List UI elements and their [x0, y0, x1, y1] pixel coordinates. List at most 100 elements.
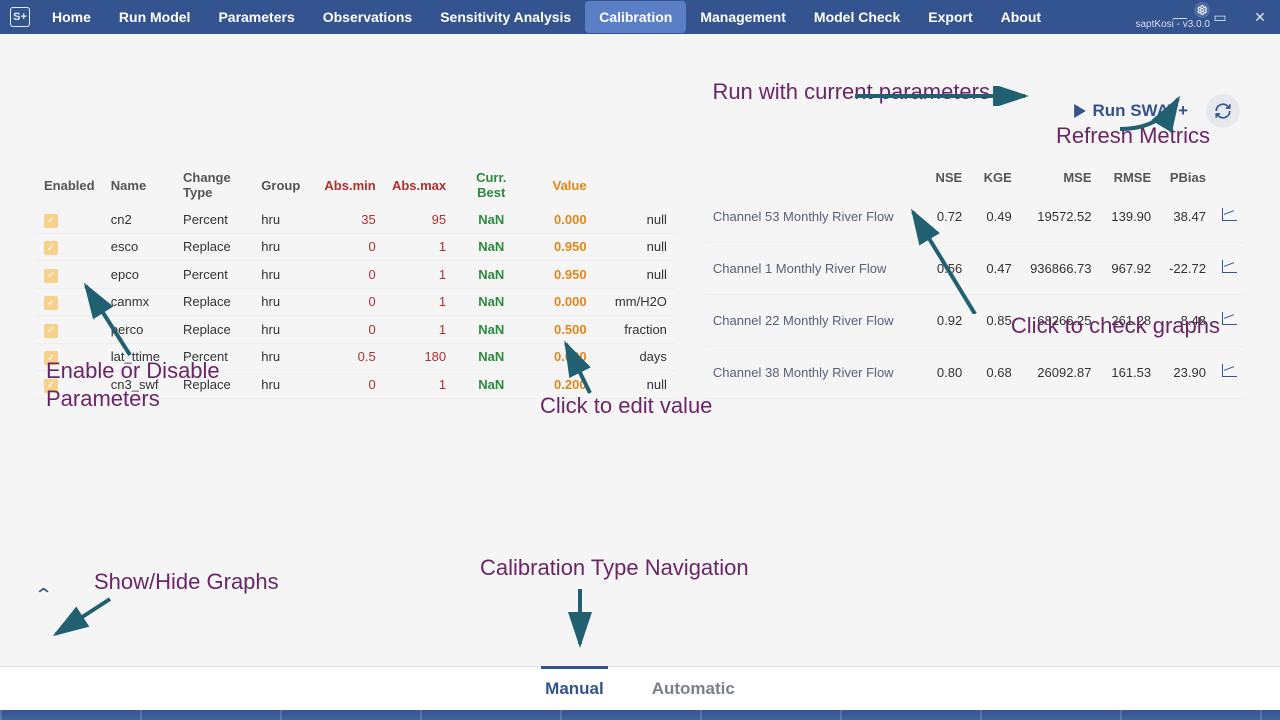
nav-item-parameters[interactable]: Parameters	[204, 1, 308, 33]
enable-checkbox[interactable]: ✓	[44, 241, 58, 255]
metric-series: Channel 1 Monthly River Flow	[705, 242, 921, 294]
nav-item-model-check[interactable]: Model Check	[800, 1, 914, 33]
param-absmax: 95	[384, 206, 454, 233]
param-unit: null	[595, 206, 675, 233]
param-group: hru	[253, 316, 313, 344]
metric-mse: 26092.87	[1020, 346, 1100, 398]
nav-item-management[interactable]: Management	[686, 1, 800, 33]
param-row: ✓canmxReplacehru01NaN0.000mm/H2O	[36, 288, 675, 316]
param-change-type: Percent	[175, 261, 253, 289]
window-maximize-icon[interactable]: ▭	[1200, 0, 1240, 34]
metric-rmse: 261.28	[1100, 294, 1160, 346]
metric-kge: 0.49	[970, 191, 1020, 242]
param-group: hru	[253, 343, 313, 371]
metric-pbias: 8.48	[1159, 294, 1214, 346]
metric-nse: 0.56	[921, 242, 970, 294]
chart-icon[interactable]	[1222, 365, 1236, 377]
tab-automatic[interactable]: Automatic	[648, 669, 739, 709]
metric-rmse: 967.92	[1100, 242, 1160, 294]
param-absmin: 0	[313, 261, 383, 289]
expand-graphs-toggle[interactable]: ⌃	[34, 585, 54, 606]
param-absmax: 1	[384, 371, 454, 399]
param-unit: fraction	[595, 316, 675, 344]
metric-mse: 68266.25	[1020, 294, 1100, 346]
param-unit: mm/H2O	[595, 288, 675, 316]
param-value[interactable]: 0.950	[528, 233, 594, 261]
param-name: perco	[103, 316, 175, 344]
param-name: esco	[103, 233, 175, 261]
param-value[interactable]: 0.000	[528, 343, 594, 371]
param-value[interactable]: 0.950	[528, 261, 594, 289]
param-change-type: Percent	[175, 206, 253, 233]
metric-nse: 0.80	[921, 346, 970, 398]
arrow-run-params	[855, 86, 1035, 106]
param-absmax: 1	[384, 261, 454, 289]
window-minimize-icon[interactable]: —	[1160, 0, 1200, 34]
run-swat-button[interactable]: Run SWAT+	[1074, 101, 1188, 121]
nav-item-calibration[interactable]: Calibration	[585, 1, 686, 33]
param-absmin: 0.5	[313, 343, 383, 371]
param-absmax: 1	[384, 288, 454, 316]
param-value[interactable]: 0.000	[528, 206, 594, 233]
param-group: hru	[253, 288, 313, 316]
param-curr-best: NaN	[454, 261, 528, 289]
param-curr-best: NaN	[454, 371, 528, 399]
refresh-metrics-button[interactable]	[1206, 94, 1240, 128]
metric-series: Channel 38 Monthly River Flow	[705, 346, 921, 398]
param-group: hru	[253, 371, 313, 399]
enable-checkbox[interactable]: ✓	[44, 324, 58, 338]
enable-checkbox[interactable]: ✓	[44, 351, 58, 365]
param-value[interactable]: 0.200	[528, 371, 594, 399]
nav-item-run-model[interactable]: Run Model	[105, 1, 205, 33]
window-close-icon[interactable]: ✕	[1240, 0, 1280, 34]
nav-item-sensitivity-analysis[interactable]: Sensitivity Analysis	[426, 1, 585, 33]
param-name: lat_ttime	[103, 343, 175, 371]
param-row: ✓cn3_swfReplacehru01NaN0.200null	[36, 371, 675, 399]
param-name: cn3_swf	[103, 371, 175, 399]
chart-icon[interactable]	[1222, 209, 1236, 221]
param-name: canmx	[103, 288, 175, 316]
metric-mse: 936866.73	[1020, 242, 1100, 294]
param-name: epco	[103, 261, 175, 289]
metric-nse: 0.72	[921, 191, 970, 242]
param-change-type: Replace	[175, 288, 253, 316]
param-change-type: Replace	[175, 316, 253, 344]
param-curr-best: NaN	[454, 206, 528, 233]
param-unit: null	[595, 371, 675, 399]
metric-pbias: -22.72	[1159, 242, 1214, 294]
metric-row: Channel 53 Monthly River Flow0.720.49195…	[705, 191, 1244, 242]
param-change-type: Percent	[175, 343, 253, 371]
metric-nse: 0.92	[921, 294, 970, 346]
param-absmin: 0	[313, 233, 383, 261]
nav-item-about[interactable]: About	[987, 1, 1055, 33]
param-value[interactable]: 0.500	[528, 316, 594, 344]
enable-checkbox[interactable]: ✓	[44, 269, 58, 283]
param-change-type: Replace	[175, 233, 253, 261]
chart-icon[interactable]	[1222, 313, 1236, 325]
nav-item-export[interactable]: Export	[914, 1, 986, 33]
enable-checkbox[interactable]: ✓	[44, 214, 58, 228]
metrics-table: NSEKGEMSERMSEPBias Channel 53 Monthly Ri…	[705, 164, 1244, 399]
nav-item-observations[interactable]: Observations	[309, 1, 426, 33]
param-absmax: 1	[384, 233, 454, 261]
param-value[interactable]: 0.000	[528, 288, 594, 316]
param-curr-best: NaN	[454, 316, 528, 344]
param-absmax: 180	[384, 343, 454, 371]
metric-rmse: 139.90	[1100, 191, 1160, 242]
annotation-tab-nav: Calibration Type Navigation	[480, 554, 749, 582]
param-row: ✓lat_ttimePercenthru0.5180NaN0.000days	[36, 343, 675, 371]
metric-kge: 0.47	[970, 242, 1020, 294]
window-controls: — ▭ ✕	[1160, 0, 1280, 34]
param-absmin: 35	[313, 206, 383, 233]
refresh-icon	[1214, 102, 1232, 120]
arrow-show-hide	[50, 594, 120, 644]
chart-icon[interactable]	[1222, 261, 1236, 273]
tab-manual[interactable]: Manual	[541, 666, 608, 709]
enable-checkbox[interactable]: ✓	[44, 296, 58, 310]
param-curr-best: NaN	[454, 343, 528, 371]
metric-kge: 0.85	[970, 294, 1020, 346]
enable-checkbox[interactable]: ✓	[44, 379, 58, 393]
metric-pbias: 23.90	[1159, 346, 1214, 398]
arrow-tab-nav	[560, 584, 600, 654]
nav-item-home[interactable]: Home	[38, 1, 105, 33]
